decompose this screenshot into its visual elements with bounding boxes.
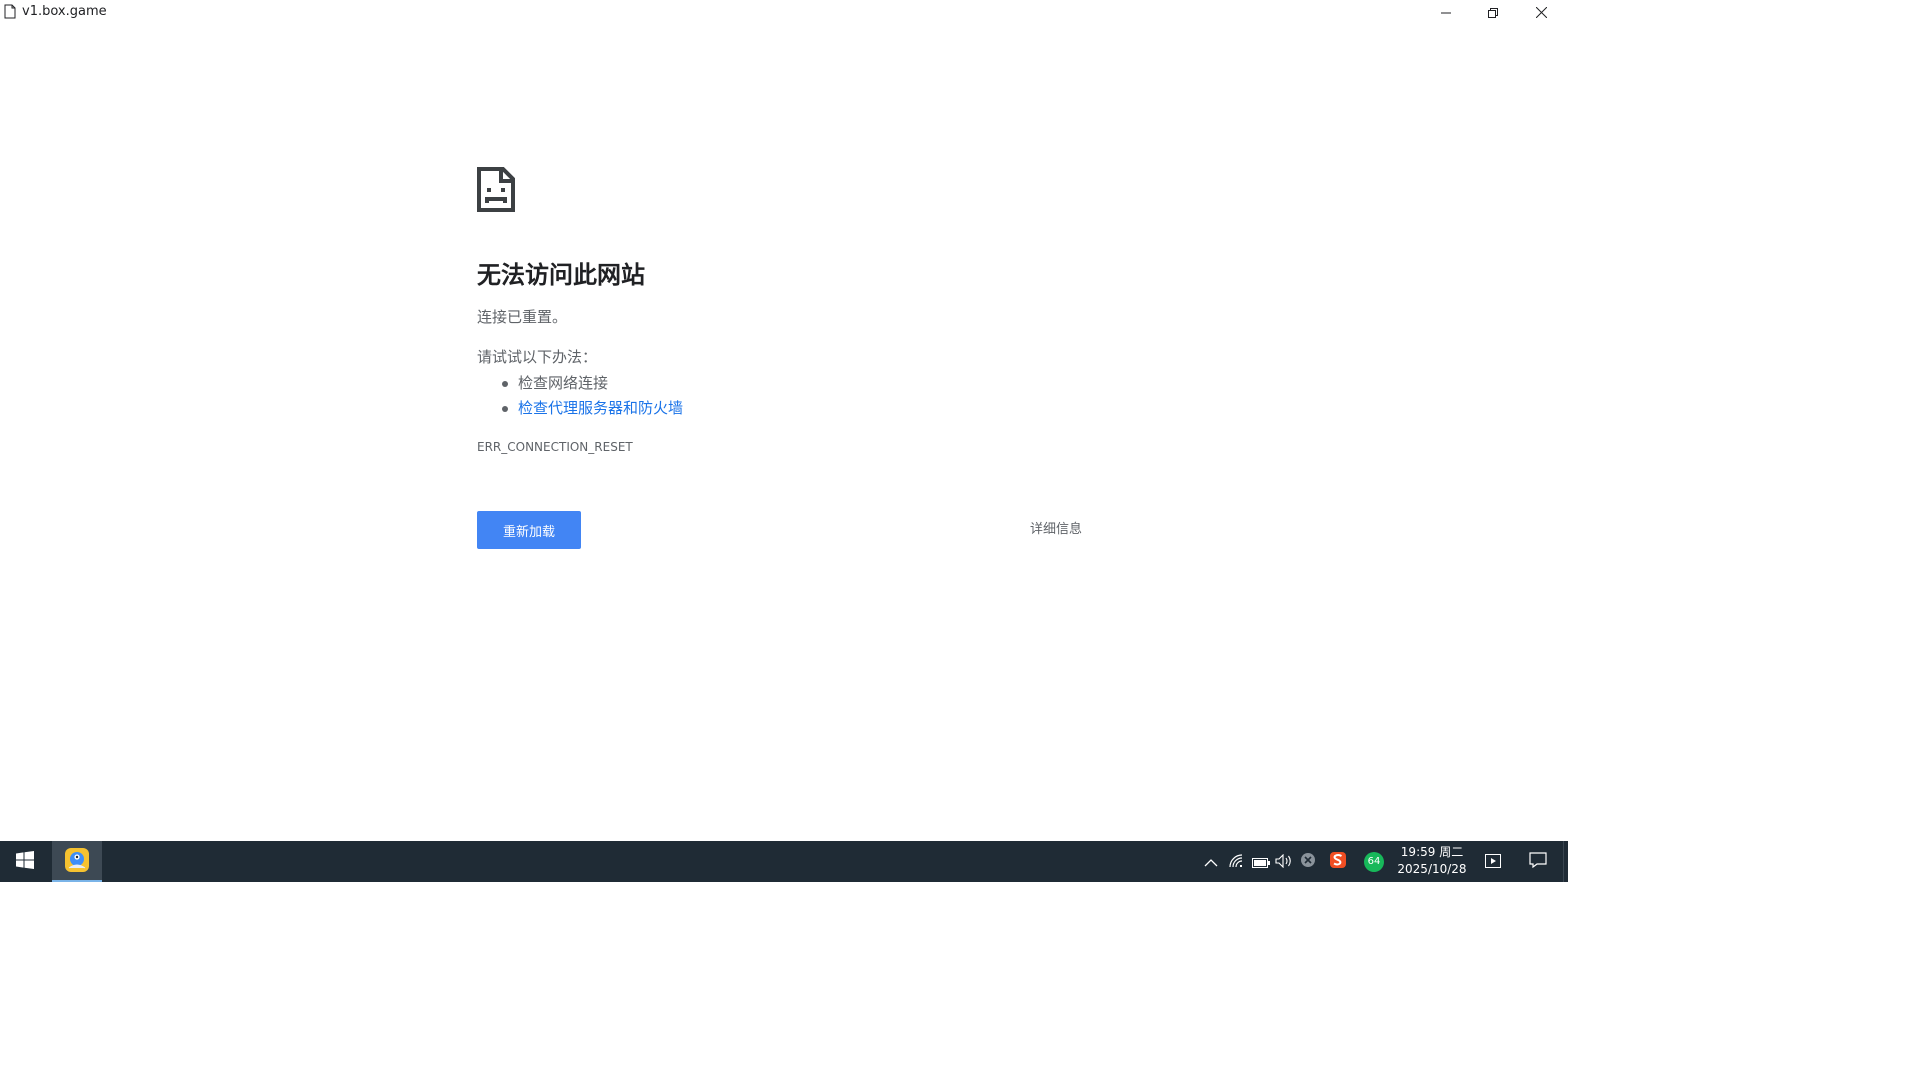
- suggestion-check-network: 检查网络连接: [477, 371, 683, 396]
- tray-volume-button[interactable]: [1274, 852, 1294, 872]
- error-subtitle: 连接已重置。: [477, 308, 568, 326]
- error-code: ERR_CONNECTION_RESET: [477, 440, 633, 454]
- details-button[interactable]: 详细信息: [1030, 520, 1082, 540]
- chevron-up-icon: [1204, 853, 1218, 872]
- notification-icon: [1529, 851, 1547, 872]
- active-app-indicator: [52, 880, 102, 882]
- restore-icon: [1488, 3, 1498, 22]
- battery-icon: [1252, 853, 1270, 872]
- browser-app-icon: [64, 847, 90, 877]
- show-desktop-button[interactable]: [1563, 841, 1568, 882]
- restore-button[interactable]: [1470, 0, 1516, 24]
- notification-center-button[interactable]: [1518, 841, 1558, 882]
- windows-logo-icon: [16, 850, 34, 873]
- battery-percent-badge-icon: 64: [1363, 851, 1385, 873]
- start-button[interactable]: [0, 841, 50, 882]
- badge-number: 64: [1367, 856, 1381, 867]
- clock-time: 19:59 周二: [1400, 845, 1464, 859]
- close-icon: [1535, 3, 1547, 22]
- minimize-icon: [1441, 3, 1451, 22]
- suggestions-list: 检查网络连接 检查代理服务器和防火墙: [477, 371, 683, 421]
- minimize-button[interactable]: [1423, 0, 1469, 24]
- tray-battery-button[interactable]: [1251, 852, 1271, 872]
- taskbar-app-browser[interactable]: [52, 841, 102, 882]
- taskbar-clock[interactable]: 19:59 周二 2025/10/28: [1390, 844, 1474, 878]
- sad-document-icon: [477, 167, 515, 212]
- reload-button[interactable]: 重新加载: [477, 511, 581, 549]
- taskbar: 64 19:59 周二 2025/10/28: [0, 841, 1568, 882]
- play-icon: [1485, 853, 1501, 872]
- window-titlebar: v1.box.game: [0, 0, 1568, 24]
- error-title: 无法访问此网站: [477, 261, 645, 289]
- tray-network-button[interactable]: [1227, 852, 1247, 872]
- suggestion-check-proxy-link[interactable]: 检查代理服务器和防火墙: [477, 396, 683, 421]
- tray-ime-button[interactable]: [1328, 852, 1348, 872]
- clock-date: 2025/10/28: [1397, 862, 1467, 876]
- close-button[interactable]: [1518, 0, 1564, 24]
- tray-app-badge-button[interactable]: 64: [1362, 850, 1386, 874]
- page-icon: [4, 4, 16, 19]
- volume-icon: [1275, 853, 1293, 872]
- window-title: v1.box.game: [22, 4, 107, 19]
- tray-status-button[interactable]: [1298, 852, 1318, 872]
- suggestions-heading: 请试试以下办法：: [477, 348, 598, 366]
- wifi-icon: [1229, 853, 1245, 872]
- tray-overflow-button[interactable]: [1201, 852, 1221, 872]
- x-circle-icon: [1300, 852, 1316, 872]
- tray-media-button[interactable]: [1483, 852, 1503, 872]
- sogou-ime-icon: [1329, 851, 1347, 873]
